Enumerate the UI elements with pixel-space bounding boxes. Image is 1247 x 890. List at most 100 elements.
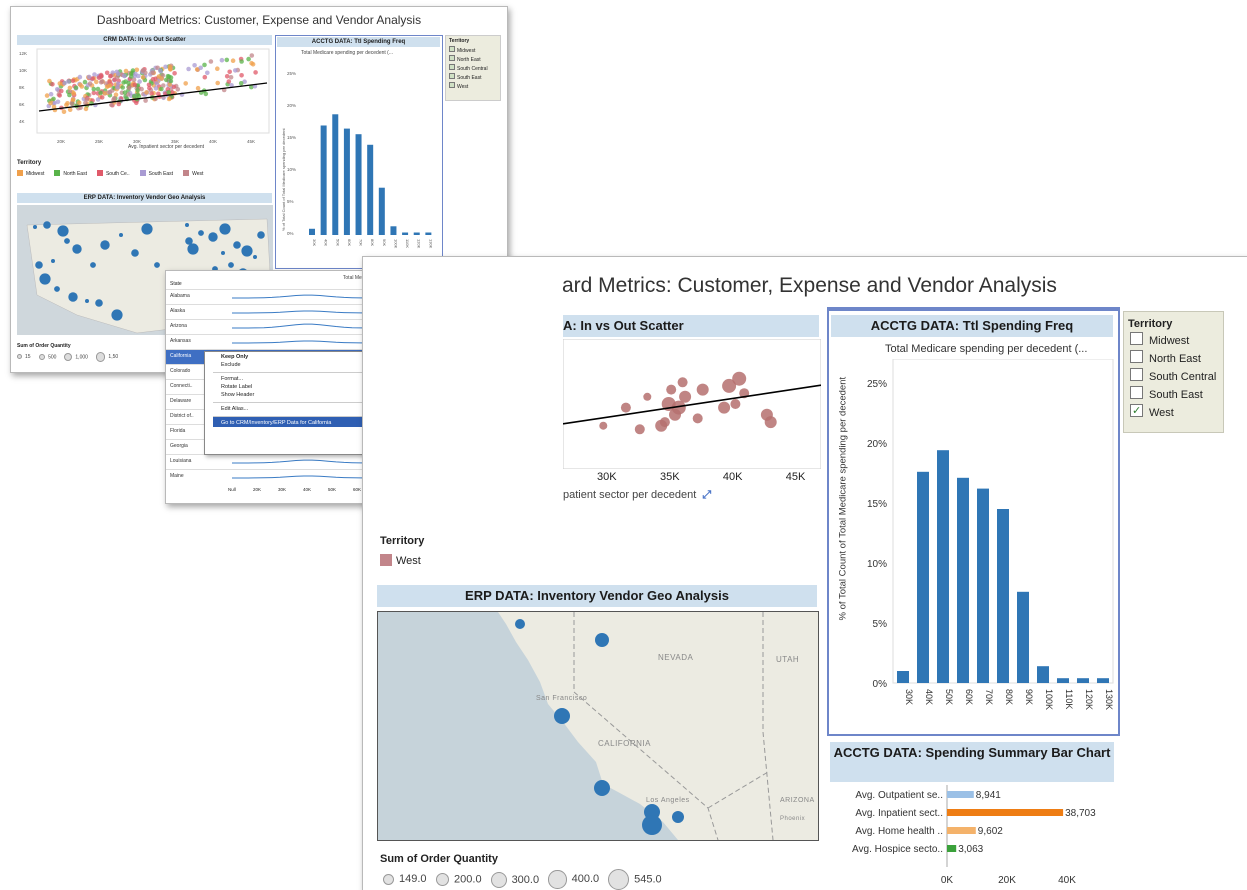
back-scatter-point xyxy=(73,85,79,90)
front-legend-item[interactable]: West xyxy=(1124,402,1223,422)
back-freq-chart[interactable]: 25% 20% 15% 10% 5% 0% 30K 40K 50K 60K 70K 80K 90K 100… xyxy=(277,59,441,259)
context-menu-item[interactable]: Edit Alias... xyxy=(213,402,375,413)
back-legend-label: North East xyxy=(457,57,481,63)
back-size-legend-title: Sum of Order Quantity xyxy=(17,343,71,349)
front-size-legend-item: 300.0 xyxy=(490,871,540,888)
front-map-label: ARIZONA xyxy=(780,797,815,804)
front-scatter-xtick: 45K xyxy=(785,471,806,483)
front-map-point xyxy=(554,708,570,724)
back-scatter-point xyxy=(230,58,236,63)
front-size-legend: 149.0 200.0 300.0 400.0 545.0 xyxy=(383,869,671,890)
front-freq-bar xyxy=(1017,591,1029,683)
front-size-circle xyxy=(435,872,450,887)
front-territory-item[interactable]: West xyxy=(380,554,421,567)
back-territory-item[interactable]: North East xyxy=(54,170,87,177)
context-menu-item[interactable]: Exclude xyxy=(213,361,375,369)
front-freq-frame-grip[interactable] xyxy=(827,307,1120,311)
front-geo-map[interactable]: NEVADA UTAH San Francisco CALIFORNIA Los Ang… xyxy=(377,611,819,841)
front-map-point xyxy=(594,780,610,796)
legend-checkbox[interactable] xyxy=(1130,368,1143,381)
back-scatter-point xyxy=(249,53,255,58)
front-freq-bar xyxy=(957,477,969,683)
front-scatter-point xyxy=(643,392,652,401)
back-scatter-point xyxy=(166,90,171,95)
back-scatter-xtick: 45K xyxy=(247,139,255,144)
front-scatter-chart[interactable] xyxy=(563,339,821,469)
back-legend-item[interactable]: South East xyxy=(446,73,500,82)
context-menu-item[interactable]: Format... xyxy=(213,372,375,383)
front-freq-ytick: 20% xyxy=(867,439,887,450)
back-scatter-point xyxy=(150,76,156,82)
front-size-label: 300.0 xyxy=(511,873,540,886)
back-scatter-point xyxy=(109,102,114,108)
back-map-point xyxy=(39,273,51,285)
front-freq-bar xyxy=(977,488,989,683)
legend-checkbox[interactable] xyxy=(1130,386,1143,399)
front-size-circle xyxy=(548,870,567,889)
state-axis-tick: 20K xyxy=(253,487,262,492)
front-scatter-point xyxy=(659,417,670,428)
front-legend-item[interactable]: North East xyxy=(1124,350,1223,368)
back-legend-checkbox[interactable] xyxy=(449,55,455,61)
back-map-point xyxy=(111,309,123,321)
back-scatter-chart[interactable]: 12K10K8K6K4K20K 25K 30K 35K 40K 45K xyxy=(17,47,273,151)
context-menu-item[interactable]: Show Header xyxy=(213,391,375,399)
front-summary-chart[interactable]: Avg. Outpatient se.. 8,941 Avg. Inpatient … xyxy=(829,783,1119,888)
legend-checkbox[interactable] xyxy=(1130,332,1143,345)
back-scatter-point xyxy=(59,88,64,94)
context-menu-item[interactable]: Rotate Label xyxy=(213,383,375,391)
front-scatter-point xyxy=(666,384,677,395)
back-scatter-point xyxy=(156,91,161,97)
back-scatter-point xyxy=(94,79,99,85)
back-scatter-point xyxy=(129,71,134,76)
back-legend-checkbox[interactable] xyxy=(449,46,455,52)
back-scatter-point xyxy=(246,56,251,62)
back-legend-checkbox[interactable] xyxy=(449,73,455,79)
legend-checkbox[interactable] xyxy=(1130,350,1143,363)
back-size-legend-item: 500 xyxy=(38,353,56,360)
back-freq-xtick: 70K xyxy=(359,239,364,246)
back-legend-checkbox[interactable] xyxy=(449,64,455,70)
front-freq-bar xyxy=(1077,678,1089,683)
back-legend-item[interactable]: South Central xyxy=(446,64,500,73)
front-freq-chart[interactable]: 0% 5% 10% 15% 20% 25% 30K 40K 50K 60K 70K 80K 90K 100… xyxy=(849,359,1115,729)
front-map-label: CALIFORNIA xyxy=(598,739,651,748)
back-legend-title: Territory xyxy=(449,38,470,44)
back-scatter-point xyxy=(99,95,105,100)
summary-category-label: Avg. Inpatient sect.. xyxy=(855,808,943,819)
back-scatter-point xyxy=(91,86,97,92)
back-map-point xyxy=(253,255,257,259)
back-size-label: 1,000 xyxy=(75,354,88,361)
back-territory-item[interactable]: South East xyxy=(139,170,173,177)
back-scatter-point xyxy=(86,74,92,80)
back-map-point xyxy=(54,286,60,292)
legend-checkbox[interactable] xyxy=(1130,402,1143,420)
back-scatter-point xyxy=(226,79,232,84)
context-menu-item[interactable]: Go to CRM/Inventory/ERP Data for Califor… xyxy=(213,416,375,427)
back-map-point xyxy=(257,231,265,239)
back-legend-checkbox[interactable] xyxy=(449,82,455,88)
sort-icon[interactable]: ⤢ xyxy=(699,489,711,501)
back-territory-item[interactable]: Midwest xyxy=(17,170,44,177)
back-territory-item[interactable]: West xyxy=(183,170,203,177)
context-menu-item[interactable]: Keep Only xyxy=(213,353,375,361)
back-map-point xyxy=(154,262,160,268)
front-freq-bar xyxy=(937,450,949,683)
front-size-legend-item: 200.0 xyxy=(435,872,482,887)
summary-category-label: Avg. Hospice secto.. xyxy=(852,844,943,855)
back-scatter-point xyxy=(186,66,191,72)
front-map-label: NEVADA xyxy=(658,653,693,662)
back-legend-item[interactable]: Midwest xyxy=(446,46,500,55)
front-scatter-header: A: In vs Out Scatter xyxy=(563,315,819,337)
back-legend-item[interactable]: North East xyxy=(446,55,500,64)
back-map-point xyxy=(33,225,37,229)
back-map-point xyxy=(51,259,55,263)
back-territory-item[interactable]: South Ce.. xyxy=(96,170,130,177)
back-legend-item[interactable]: West xyxy=(446,82,500,91)
back-scatter-point xyxy=(66,79,71,84)
front-scatter-xlabel: patient sector per decedent ⤢ xyxy=(563,489,711,502)
front-legend-item[interactable]: Midwest xyxy=(1124,332,1223,350)
back-legend-label: West xyxy=(457,84,469,90)
state-label: District of.. xyxy=(170,413,194,419)
front-legend-item[interactable]: South Central xyxy=(1124,368,1223,386)
